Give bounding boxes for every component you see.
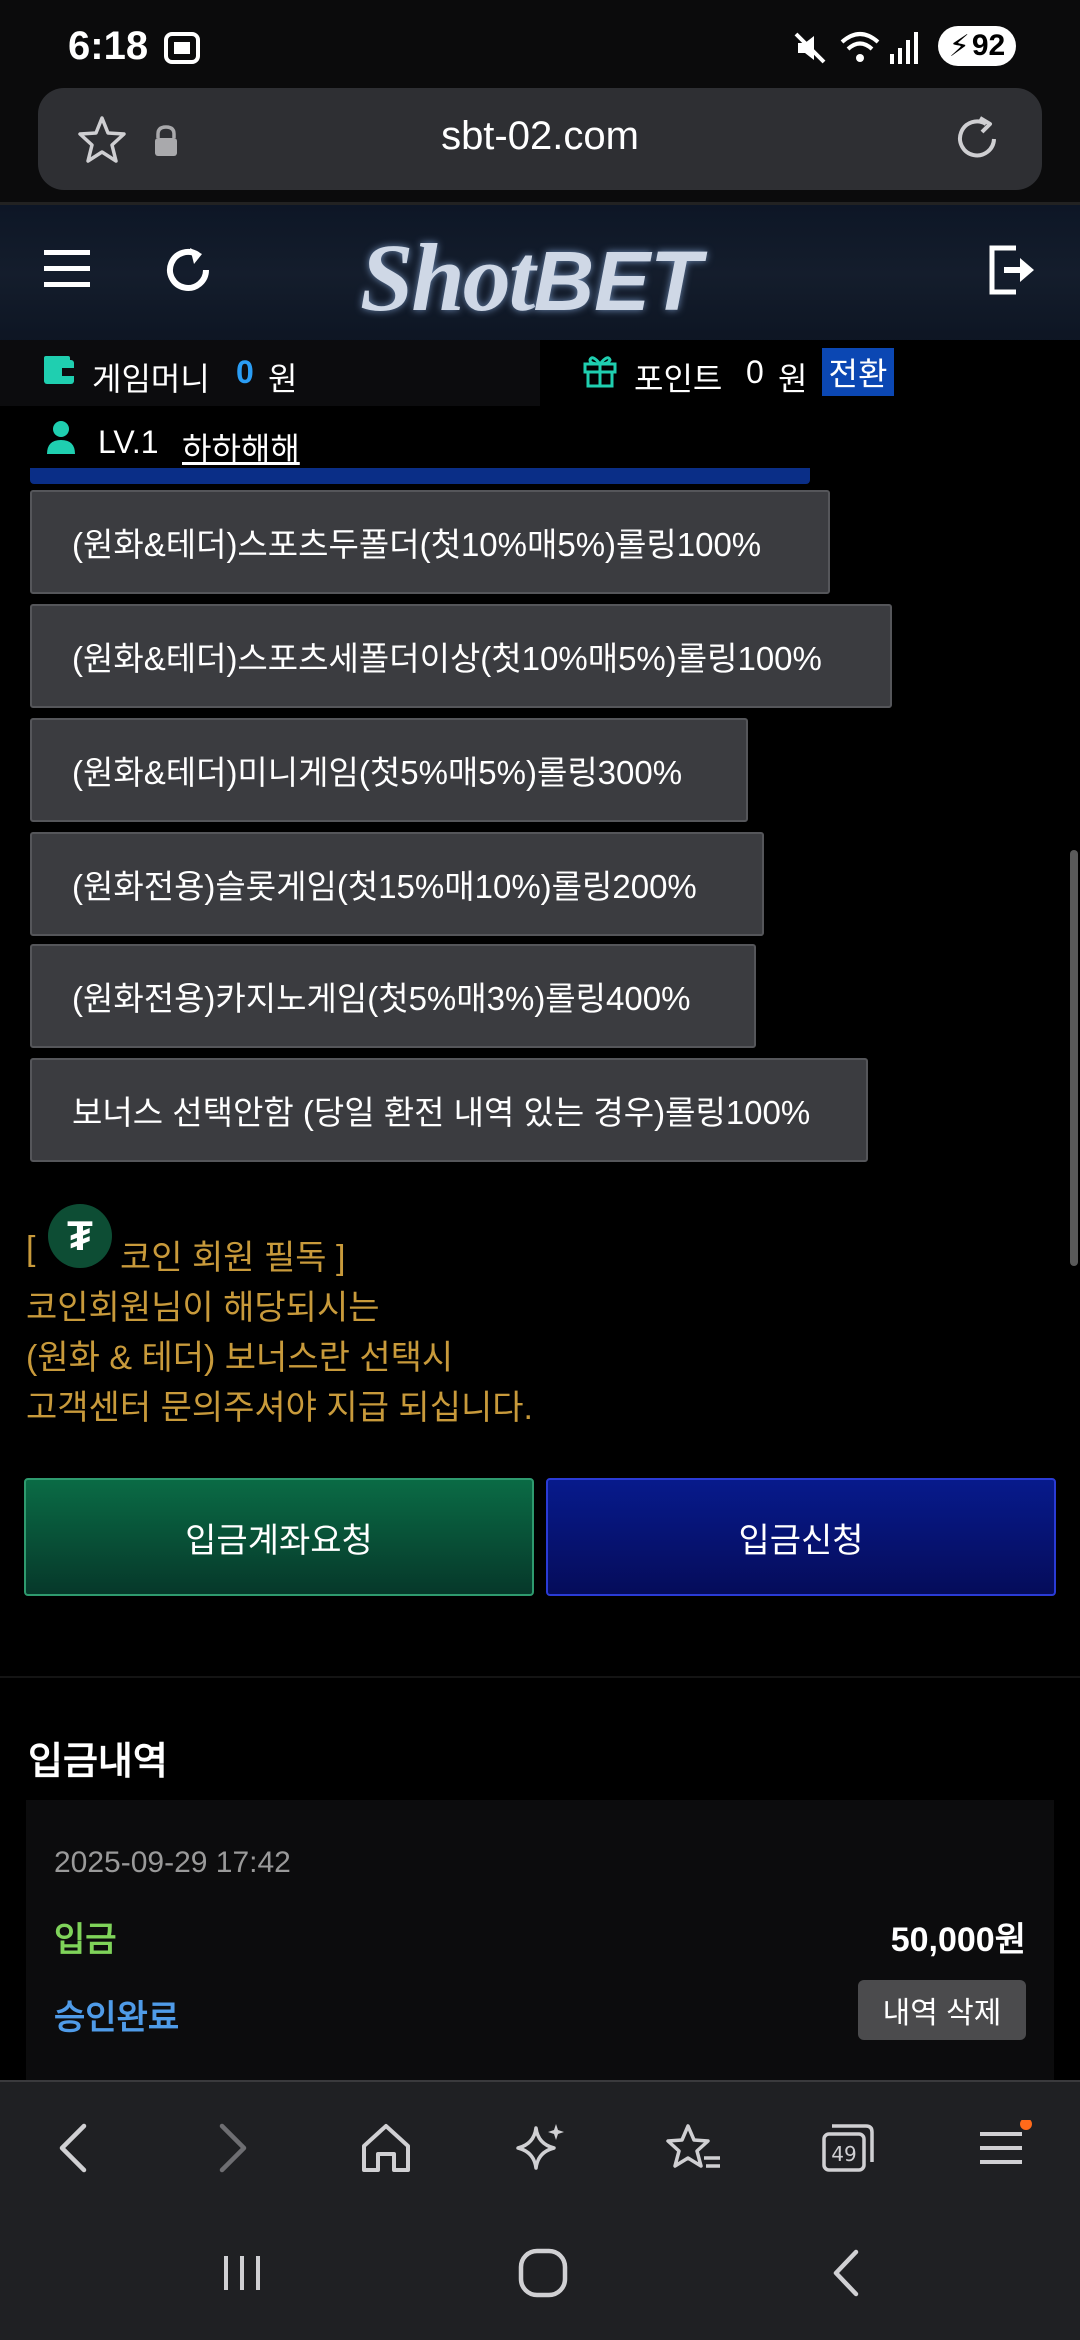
history-type: 입금 xyxy=(54,1921,117,1959)
point-unit: 원 xyxy=(778,361,808,397)
history-date: 2025-09-29 17:42 xyxy=(54,1846,291,1879)
logout-icon[interactable] xyxy=(986,242,1038,298)
convert-button[interactable]: 전환 xyxy=(822,348,894,396)
history-title: 입금내역 xyxy=(28,1741,168,1783)
back-icon[interactable] xyxy=(34,2108,114,2188)
wifi-icon xyxy=(838,28,882,68)
section-divider xyxy=(0,1676,1080,1678)
bonus-option-sports-three-folder[interactable]: (원화&테더)스포츠세폴더이상(첫10%매5%)롤링100% xyxy=(30,604,892,708)
notice-bracket: [ xyxy=(26,1230,36,1268)
game-money-value: 0 xyxy=(236,354,254,390)
bookmarks-icon[interactable] xyxy=(654,2108,734,2188)
point-value: 0 xyxy=(746,354,764,390)
username-link[interactable]: 하하해해 xyxy=(182,424,300,470)
ai-sparkle-icon[interactable] xyxy=(500,2108,580,2188)
tabs-icon[interactable]: 49 xyxy=(808,2108,888,2188)
site-logo[interactable]: ShotBET xyxy=(360,222,701,331)
status-time: 6:18 xyxy=(68,24,149,68)
battery-indicator: ⚡ 92 xyxy=(938,26,1016,66)
user-level: LV.1 xyxy=(98,424,159,460)
browser-menu-icon[interactable] xyxy=(962,2108,1042,2188)
signal-icon xyxy=(888,30,918,66)
mute-icon xyxy=(792,30,828,66)
request-account-button[interactable]: 입금계좌요청 xyxy=(24,1478,534,1596)
bonus-option-none[interactable]: 보너스 선택안함 (당일 환전 내역 있는 경우)롤링100% xyxy=(30,1058,868,1162)
delete-history-button[interactable]: 내역 삭제 xyxy=(858,1980,1026,2040)
menu-icon[interactable] xyxy=(42,246,92,292)
scrollbar[interactable] xyxy=(1070,850,1078,1266)
system-home-icon[interactable] xyxy=(516,2246,570,2300)
url-text[interactable]: sbt-02.com xyxy=(0,114,1080,159)
refresh-icon[interactable] xyxy=(160,242,216,298)
notice-title: 코인 회원 필독 ] xyxy=(120,1239,346,1277)
bonus-option-minigame[interactable]: (원화&테더)미니게임(첫5%매5%)롤링300% xyxy=(30,718,748,822)
forward-icon[interactable] xyxy=(192,2108,272,2188)
bonus-option-sports-two-folder[interactable]: (원화&테더)스포츠두폴더(첫10%매5%)롤링100% xyxy=(30,490,830,594)
wallet-icon xyxy=(42,354,78,386)
recents-icon[interactable] xyxy=(218,2248,268,2298)
game-money-label: 게임머니 xyxy=(92,361,210,397)
history-amount: 50,000원 xyxy=(890,1921,1026,1959)
tether-icon: ₮ xyxy=(48,1204,112,1268)
selected-bonus-option-edge[interactable] xyxy=(30,468,810,484)
bonus-option-casino[interactable]: (원화전용)카지노게임(첫5%매3%)롤링400% xyxy=(30,944,756,1048)
history-status: 승인완료 xyxy=(54,1999,180,2037)
reload-icon[interactable] xyxy=(950,112,1004,166)
game-money-unit: 원 xyxy=(268,361,298,397)
charging-icon: ⚡ xyxy=(948,29,970,63)
point-label: 포인트 xyxy=(634,361,723,397)
user-row xyxy=(0,406,1080,476)
notice-line-3: 고객센터 문의주셔야 지급 되십니다. xyxy=(26,1389,533,1427)
notice-line-1: 코인회원님이 해당되시는 xyxy=(26,1289,380,1327)
user-icon xyxy=(46,420,76,456)
home-icon[interactable] xyxy=(346,2108,426,2188)
system-back-icon[interactable] xyxy=(826,2246,866,2300)
svg-text:49: 49 xyxy=(831,2142,856,2166)
notice-line-2: (원화 & 테더) 보너스란 선택시 xyxy=(26,1339,454,1377)
point-row xyxy=(540,340,1080,406)
gift-icon xyxy=(582,352,618,388)
screenshot-icon xyxy=(162,28,202,68)
bonus-option-slot[interactable]: (원화전용)슬롯게임(첫15%매10%)롤링200% xyxy=(30,832,764,936)
deposit-request-button[interactable]: 입금신청 xyxy=(546,1478,1056,1596)
